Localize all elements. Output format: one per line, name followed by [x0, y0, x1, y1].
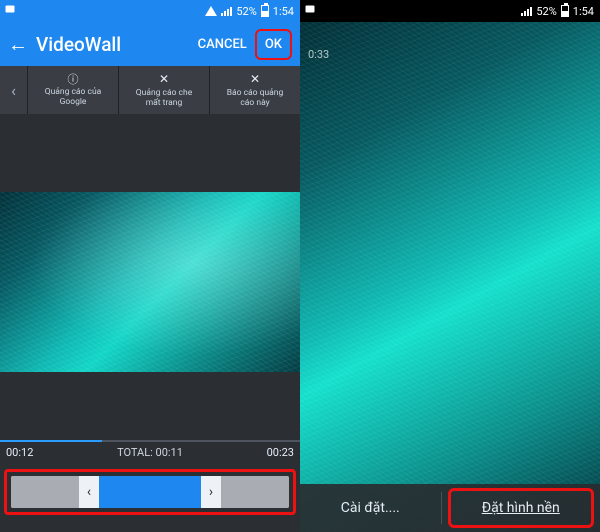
status-bar: 52% 1:54 [0, 0, 300, 22]
back-button[interactable]: ← [8, 32, 32, 57]
divider [441, 492, 442, 524]
screen-wallpaper-preview: 52% 1:54 0:33 Cài đặt.... Đặt hình nền [300, 0, 600, 532]
ad-option-report[interactable]: ✕ Báo cáo quảng cáo này [210, 66, 300, 114]
video-preview[interactable] [0, 192, 300, 372]
ad-opt3-l1: Báo cáo quảng [227, 88, 284, 98]
ad-option-covers-page[interactable]: ✕ Quảng cáo che mất trang [119, 66, 210, 114]
bottom-action-bar: Cài đặt.... Đặt hình nền [300, 484, 600, 532]
video-timestamp: 0:33 [308, 48, 329, 61]
app-title: VideoWall [36, 33, 190, 56]
time-readout: 00:12 TOTAL: 00:11 00:23 [0, 442, 300, 463]
settings-button[interactable]: Cài đặt.... [300, 484, 441, 532]
ad-opt1-l1: Quảng cáo của [45, 87, 102, 97]
ad-opt2-l1: Quảng cáo che [136, 88, 192, 98]
close-icon: ✕ [250, 72, 260, 86]
signal-icon [521, 7, 532, 16]
ad-opt2-l2: mất trang [146, 98, 183, 108]
trim-highlight: ‹ › [4, 469, 296, 515]
ok-button[interactable]: OK [255, 29, 292, 60]
battery-icon [561, 5, 569, 17]
ad-prev-button[interactable]: ‹ [0, 66, 28, 114]
ad-opt3-l2: cáo này [240, 98, 269, 108]
picture-icon [304, 3, 316, 15]
screen-video-editor: 52% 1:54 ← VideoWall CANCEL OK ‹ ⓘ Quảng… [0, 0, 300, 532]
trim-range[interactable] [99, 476, 201, 508]
battery-icon [261, 5, 269, 17]
progress-fill [0, 440, 102, 442]
close-icon: ✕ [159, 72, 169, 86]
ad-opt1-l2: Google [60, 97, 87, 107]
trim-outside-left [11, 476, 79, 508]
ad-option-google-ads[interactable]: ⓘ Quảng cáo của Google [28, 66, 119, 114]
ad-feedback-row: ‹ ⓘ Quảng cáo của Google ✕ Quảng cáo che… [0, 66, 300, 114]
wallpaper-preview[interactable]: 0:33 Cài đặt.... Đặt hình nền [300, 22, 600, 532]
wifi-icon [205, 6, 217, 16]
trim-handle-left[interactable]: ‹ [79, 476, 99, 508]
trim-slider[interactable]: ‹ › [11, 476, 289, 508]
trim-handle-right[interactable]: › [201, 476, 221, 508]
trim-start-time: 00:12 [6, 446, 33, 459]
battery-percent: 52% [536, 5, 556, 18]
trim-outside-right [221, 476, 289, 508]
trim-total-time: TOTAL: 00:11 [117, 446, 183, 459]
trim-area: ‹ › [0, 463, 300, 523]
battery-percent: 52% [236, 5, 256, 18]
picture-icon [4, 3, 16, 15]
app-bar: ← VideoWall CANCEL OK [0, 22, 300, 66]
status-time: 1:54 [273, 5, 294, 18]
status-time: 1:54 [573, 5, 594, 18]
trim-end-time: 00:23 [267, 446, 294, 459]
info-icon: ⓘ [68, 73, 79, 86]
spacer [0, 114, 300, 192]
spacer [0, 372, 300, 442]
set-wallpaper-button[interactable]: Đặt hình nền [448, 488, 595, 528]
status-bar: 52% 1:54 [300, 0, 600, 22]
signal-icon [221, 7, 232, 16]
cancel-button[interactable]: CANCEL [190, 31, 255, 58]
